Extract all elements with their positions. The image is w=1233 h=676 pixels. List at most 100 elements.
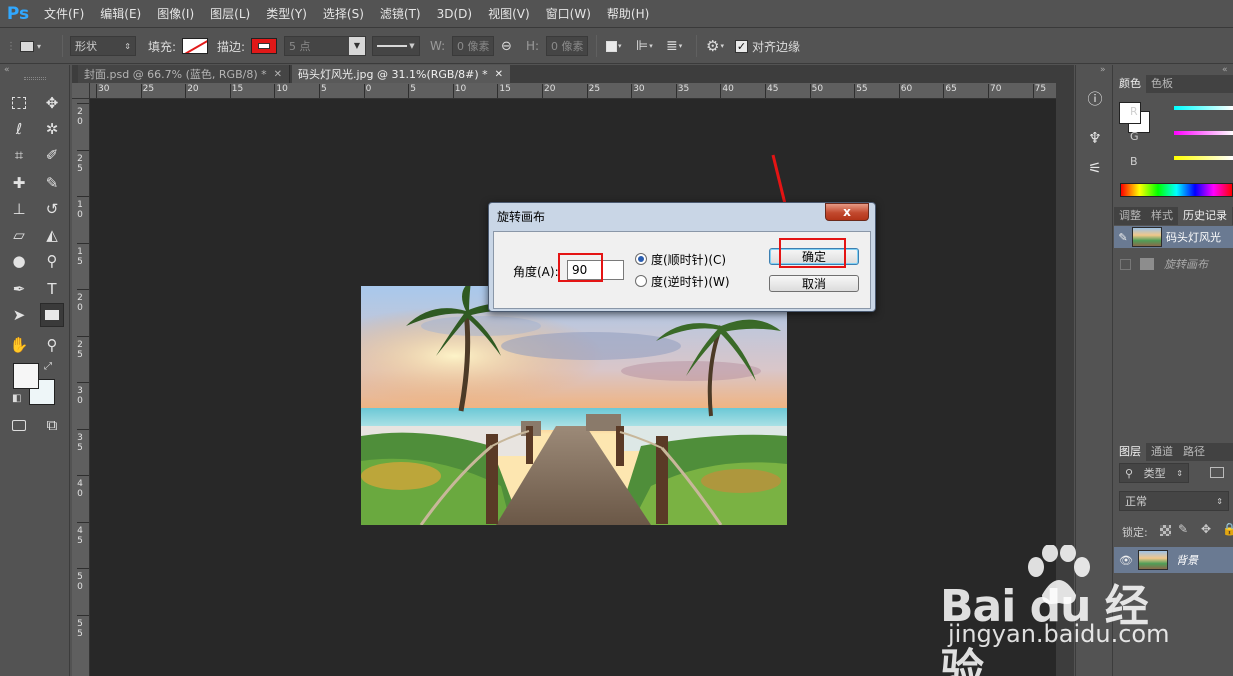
tab-channels[interactable]: 通道 — [1146, 443, 1178, 461]
collapse-toolbar-icon[interactable]: « — [4, 65, 10, 75]
clone-stamp-tool-icon[interactable]: ⊥ — [7, 197, 31, 221]
type-tool-icon[interactable]: T — [40, 277, 64, 301]
layer-row-background[interactable]: 👁 背景 — [1114, 547, 1233, 573]
menu-view[interactable]: 视图(V) — [480, 0, 538, 28]
swap-colors-icon[interactable]: ⤢ — [44, 361, 52, 372]
tab-styles[interactable]: 样式 — [1146, 207, 1178, 225]
menu-type[interactable]: 类型(Y) — [258, 0, 315, 28]
ruler-tick — [77, 289, 89, 290]
path-alignment-icon[interactable]: ⊫ ▾ — [636, 28, 653, 64]
marquee-tool-icon[interactable] — [7, 91, 31, 115]
ruler-label: 3 5 — [77, 432, 83, 453]
menu-select[interactable]: 选择(S) — [315, 0, 372, 28]
eyedropper-tool-icon[interactable]: ✐ — [40, 143, 64, 167]
paint-bucket-tool-icon[interactable]: ◭ — [40, 223, 64, 247]
stroke-color-icon — [251, 38, 277, 54]
counterclockwise-radio[interactable] — [635, 275, 647, 287]
width-field[interactable]: 0 像素 — [452, 36, 494, 56]
path-arrangement-icon[interactable]: ≣ ▾ — [666, 28, 682, 64]
blend-mode-select[interactable]: 正常 ⇕ — [1119, 491, 1229, 511]
ruler-label: 2 5 — [77, 153, 83, 174]
g-slider[interactable] — [1174, 131, 1233, 135]
ruler-label: 2 0 — [77, 107, 83, 127]
brush-settings-icon[interactable]: ⚟ — [1084, 157, 1106, 179]
separator — [696, 35, 697, 57]
align-edges-checkbox[interactable]: ✓ 对齐边缘 — [735, 28, 800, 64]
brush-presets-icon[interactable]: ♆ — [1084, 127, 1106, 149]
close-icon[interactable]: ✕ — [274, 69, 282, 80]
screen-mode-icon[interactable]: ⧉ — [40, 413, 64, 437]
collapse-dock-icon[interactable]: « — [1222, 65, 1228, 75]
lock-transparency-icon[interactable] — [1160, 525, 1171, 536]
crop-tool-icon[interactable]: ⌗ — [7, 143, 31, 167]
tool-preset-picker[interactable]: ▾ — [20, 28, 41, 64]
close-icon[interactable]: ✕ — [495, 69, 503, 80]
foreground-color-swatch-front[interactable] — [13, 363, 39, 389]
image-filter-icon[interactable] — [1210, 467, 1224, 478]
stroke-swatch[interactable] — [251, 28, 277, 64]
menu-image[interactable]: 图像(I) — [149, 0, 202, 28]
tab-layers[interactable]: 图层 — [1114, 443, 1146, 461]
eye-icon[interactable]: 👁 — [1114, 554, 1138, 567]
tab-paths[interactable]: 路径 — [1178, 443, 1210, 461]
quick-mask-icon[interactable] — [7, 413, 31, 437]
magic-wand-tool-icon[interactable]: ✲ — [40, 117, 64, 141]
history-step-row[interactable]: 旋转画布 — [1114, 253, 1233, 275]
tab-swatches[interactable]: 色板 — [1146, 75, 1178, 93]
eraser-tool-icon[interactable]: ▱ — [7, 223, 31, 247]
document-tab[interactable]: 封面.psd @ 66.7% (蓝色, RGB/8) * ✕ — [78, 65, 290, 83]
tab-adjustments[interactable]: 调整 — [1114, 207, 1146, 225]
lock-paint-icon[interactable]: ✎ — [1178, 522, 1188, 536]
ruler-label: 10 — [276, 84, 288, 94]
brush-tool-icon[interactable]: ✎ — [40, 171, 64, 195]
gear-icon[interactable]: ⚙ ▾ — [706, 28, 724, 64]
rectangle-tool-icon[interactable] — [40, 303, 64, 327]
menu-layer[interactable]: 图层(L) — [202, 0, 258, 28]
mode-select[interactable]: 形状 ⇕ — [70, 36, 136, 56]
cancel-button[interactable]: 取消 — [769, 275, 859, 292]
clockwise-radio[interactable] — [635, 253, 647, 265]
color-ramp[interactable] — [1120, 183, 1233, 197]
lasso-tool-icon[interactable]: ℓ — [7, 117, 31, 141]
menu-window[interactable]: 窗口(W) — [538, 0, 599, 28]
lock-all-icon[interactable]: 🔒 — [1222, 522, 1233, 536]
menu-3d[interactable]: 3D(D) — [429, 0, 480, 28]
dodge-tool-icon[interactable]: ⚲ — [40, 249, 64, 273]
default-colors-icon[interactable]: ◧ — [12, 393, 21, 404]
pen-tool-icon[interactable]: ✒ — [7, 277, 31, 301]
menu-edit[interactable]: 编辑(E) — [92, 0, 149, 28]
layer-kind-filter[interactable]: ⚲ 类型 ⇕ — [1119, 463, 1189, 483]
fill-swatch[interactable] — [182, 28, 208, 64]
zoom-tool-icon[interactable]: ⚲ — [40, 333, 64, 357]
menu-file[interactable]: 文件(F) — [36, 0, 92, 28]
r-slider[interactable] — [1174, 106, 1233, 110]
chevron-down-icon: ▼ — [409, 42, 415, 50]
healing-brush-tool-icon[interactable]: ✚ — [7, 171, 31, 195]
align-edges-label: 对齐边缘 — [752, 39, 801, 54]
ruler-tick — [77, 149, 89, 151]
menu-help[interactable]: 帮助(H) — [599, 0, 657, 28]
height-field[interactable]: 0 像素 — [546, 36, 588, 56]
ruler-label: 25 — [588, 84, 601, 94]
path-operations-icon[interactable]: ▾ — [606, 28, 622, 64]
tab-color[interactable]: 颜色 — [1114, 75, 1146, 93]
hand-tool-icon[interactable]: ✋ — [7, 333, 31, 357]
tab-history[interactable]: 历史记录 — [1178, 207, 1232, 225]
document-tab-active[interactable]: 码头灯风光.jpg @ 31.1%(RGB/8#) * ✕ — [292, 65, 510, 83]
path-selection-tool-icon[interactable]: ➤ — [7, 303, 31, 327]
stroke-type-select[interactable]: ▼ — [372, 36, 420, 56]
menu-filter[interactable]: 滤镜(T) — [372, 0, 429, 28]
link-icon[interactable]: ⊖ — [501, 28, 512, 64]
collapse-panels-icon[interactable]: » — [1100, 65, 1106, 75]
close-button[interactable]: x — [825, 203, 869, 221]
blur-tool-icon[interactable]: ● — [7, 249, 31, 273]
lock-position-icon[interactable]: ✥ — [1201, 522, 1211, 536]
history-brush-tool-icon[interactable]: ↺ — [40, 197, 64, 221]
b-slider[interactable] — [1174, 156, 1233, 160]
search-icon: ⚲ — [1125, 466, 1134, 480]
history-snapshot-row[interactable]: ✎ 码头灯风光 — [1114, 226, 1233, 248]
vertical-scrollbar[interactable] — [1056, 83, 1074, 676]
info-icon[interactable]: ⓘ — [1084, 87, 1106, 109]
stroke-size-field[interactable]: 5 点 ▼ — [284, 36, 366, 56]
move-tool-icon[interactable]: ✥ — [40, 91, 64, 115]
